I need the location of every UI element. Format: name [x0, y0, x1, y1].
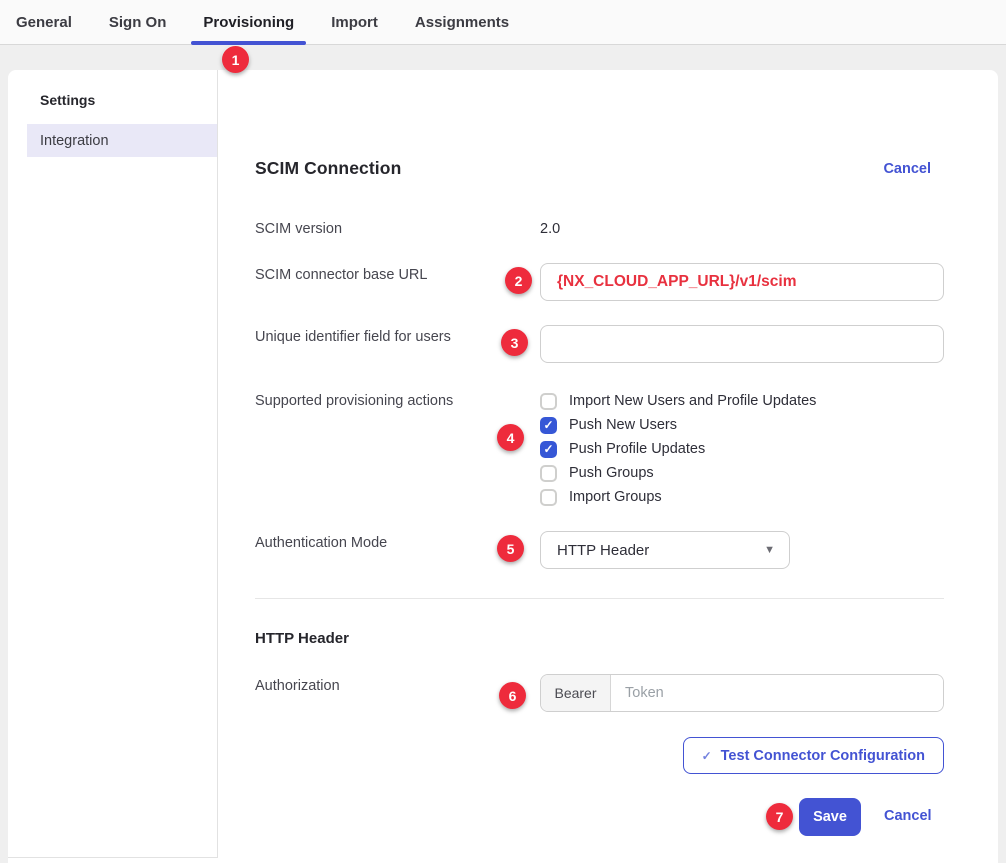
- provisioning-actions-row: Supported provisioning actions ✓ Import …: [255, 389, 944, 509]
- check-icon: ✓: [702, 749, 712, 763]
- option-push-profile-updates-label: Push Profile Updates: [569, 441, 705, 457]
- tab-provisioning[interactable]: Provisioning: [203, 0, 294, 45]
- tab-assignments-label: Assignments: [415, 14, 509, 31]
- checkbox-push-groups[interactable]: ✓: [540, 465, 557, 482]
- option-import-groups[interactable]: ✓ Import Groups: [540, 485, 816, 509]
- checkmark-icon: ✓: [543, 419, 553, 431]
- checkbox-import-groups[interactable]: ✓: [540, 489, 557, 506]
- unique-id-row: Unique identifier field for users: [255, 325, 944, 363]
- checkbox-push-profile-updates[interactable]: ✓: [540, 441, 557, 458]
- form-title-row: SCIM Connection Cancel: [255, 158, 944, 179]
- scim-connection-form: SCIM Connection Cancel SCIM version 2.0 …: [218, 70, 998, 863]
- token-input[interactable]: [611, 675, 943, 711]
- base-url-input[interactable]: [540, 263, 944, 301]
- content-card: Settings Integration SCIM Connection Can…: [8, 70, 998, 863]
- sidebar-item-integration-label: Integration: [40, 133, 109, 149]
- tab-sign-on[interactable]: Sign On: [109, 0, 167, 45]
- tab-import-label: Import: [331, 14, 378, 31]
- authorization-input-group: Bearer: [540, 674, 944, 712]
- test-connector-button[interactable]: ✓ Test Connector Configuration: [683, 737, 944, 774]
- tab-general-label: General: [16, 14, 72, 31]
- annotation-badge-2: 2: [505, 267, 532, 294]
- authorization-row: Authorization Bearer: [255, 674, 944, 712]
- annotation-badge-4: 4: [497, 424, 524, 451]
- annotation-badge-7: 7: [766, 803, 793, 830]
- checkbox-push-new-users[interactable]: ✓: [540, 417, 557, 434]
- base-url-label: SCIM connector base URL: [255, 263, 540, 301]
- checkbox-import-new-users[interactable]: ✓: [540, 393, 557, 410]
- footer-cancel-link[interactable]: Cancel: [884, 808, 932, 824]
- option-import-new-users-label: Import New Users and Profile Updates: [569, 393, 816, 409]
- header-cancel-link[interactable]: Cancel: [883, 161, 931, 177]
- checkmark-icon: ✓: [543, 443, 553, 455]
- option-import-new-users[interactable]: ✓ Import New Users and Profile Updates: [540, 389, 816, 413]
- chevron-down-icon: ▼: [764, 544, 775, 556]
- test-connector-button-label: Test Connector Configuration: [721, 748, 925, 764]
- authorization-label: Authorization: [255, 674, 540, 712]
- section-divider: [255, 598, 944, 599]
- tab-assignments[interactable]: Assignments: [415, 0, 509, 45]
- option-import-groups-label: Import Groups: [569, 489, 662, 505]
- scim-version-row: SCIM version 2.0: [255, 217, 944, 239]
- tab-import[interactable]: Import: [331, 0, 378, 45]
- page-title: SCIM Connection: [255, 158, 401, 179]
- option-push-groups-label: Push Groups: [569, 465, 654, 481]
- annotation-badge-6: 6: [499, 682, 526, 709]
- provisioning-actions-label: Supported provisioning actions: [255, 389, 540, 509]
- scim-version-label: SCIM version: [255, 217, 540, 239]
- settings-sidebar: Settings Integration: [8, 70, 218, 858]
- scim-version-value: 2.0: [540, 217, 560, 239]
- tab-provisioning-label: Provisioning: [203, 14, 294, 31]
- auth-mode-selected-value: HTTP Header: [557, 542, 649, 559]
- active-tab-underline: [191, 41, 306, 45]
- annotation-badge-3: 3: [501, 329, 528, 356]
- unique-id-label: Unique identifier field for users: [255, 325, 540, 363]
- app-tab-bar: General Sign On Provisioning Import Assi…: [0, 0, 1006, 45]
- sidebar-header: Settings: [8, 92, 217, 108]
- option-push-profile-updates[interactable]: ✓ Push Profile Updates: [540, 437, 816, 461]
- tab-general[interactable]: General: [16, 0, 72, 45]
- option-push-new-users-label: Push New Users: [569, 417, 677, 433]
- base-url-row: SCIM connector base URL: [255, 263, 944, 301]
- bearer-prefix: Bearer: [541, 675, 611, 711]
- auth-mode-row: Authentication Mode HTTP Header ▼: [255, 531, 944, 569]
- option-push-groups[interactable]: ✓ Push Groups: [540, 461, 816, 485]
- authentication-mode-select[interactable]: HTTP Header ▼: [540, 531, 790, 569]
- option-push-new-users[interactable]: ✓ Push New Users: [540, 413, 816, 437]
- provisioning-actions-options: ✓ Import New Users and Profile Updates ✓…: [540, 389, 816, 509]
- save-button[interactable]: Save: [799, 798, 861, 836]
- http-header-section-title: HTTP Header: [255, 630, 349, 647]
- annotation-badge-1: 1: [222, 46, 249, 73]
- tab-sign-on-label: Sign On: [109, 14, 167, 31]
- annotation-badge-5: 5: [497, 535, 524, 562]
- unique-id-input[interactable]: [540, 325, 944, 363]
- sidebar-item-integration[interactable]: Integration: [27, 124, 217, 157]
